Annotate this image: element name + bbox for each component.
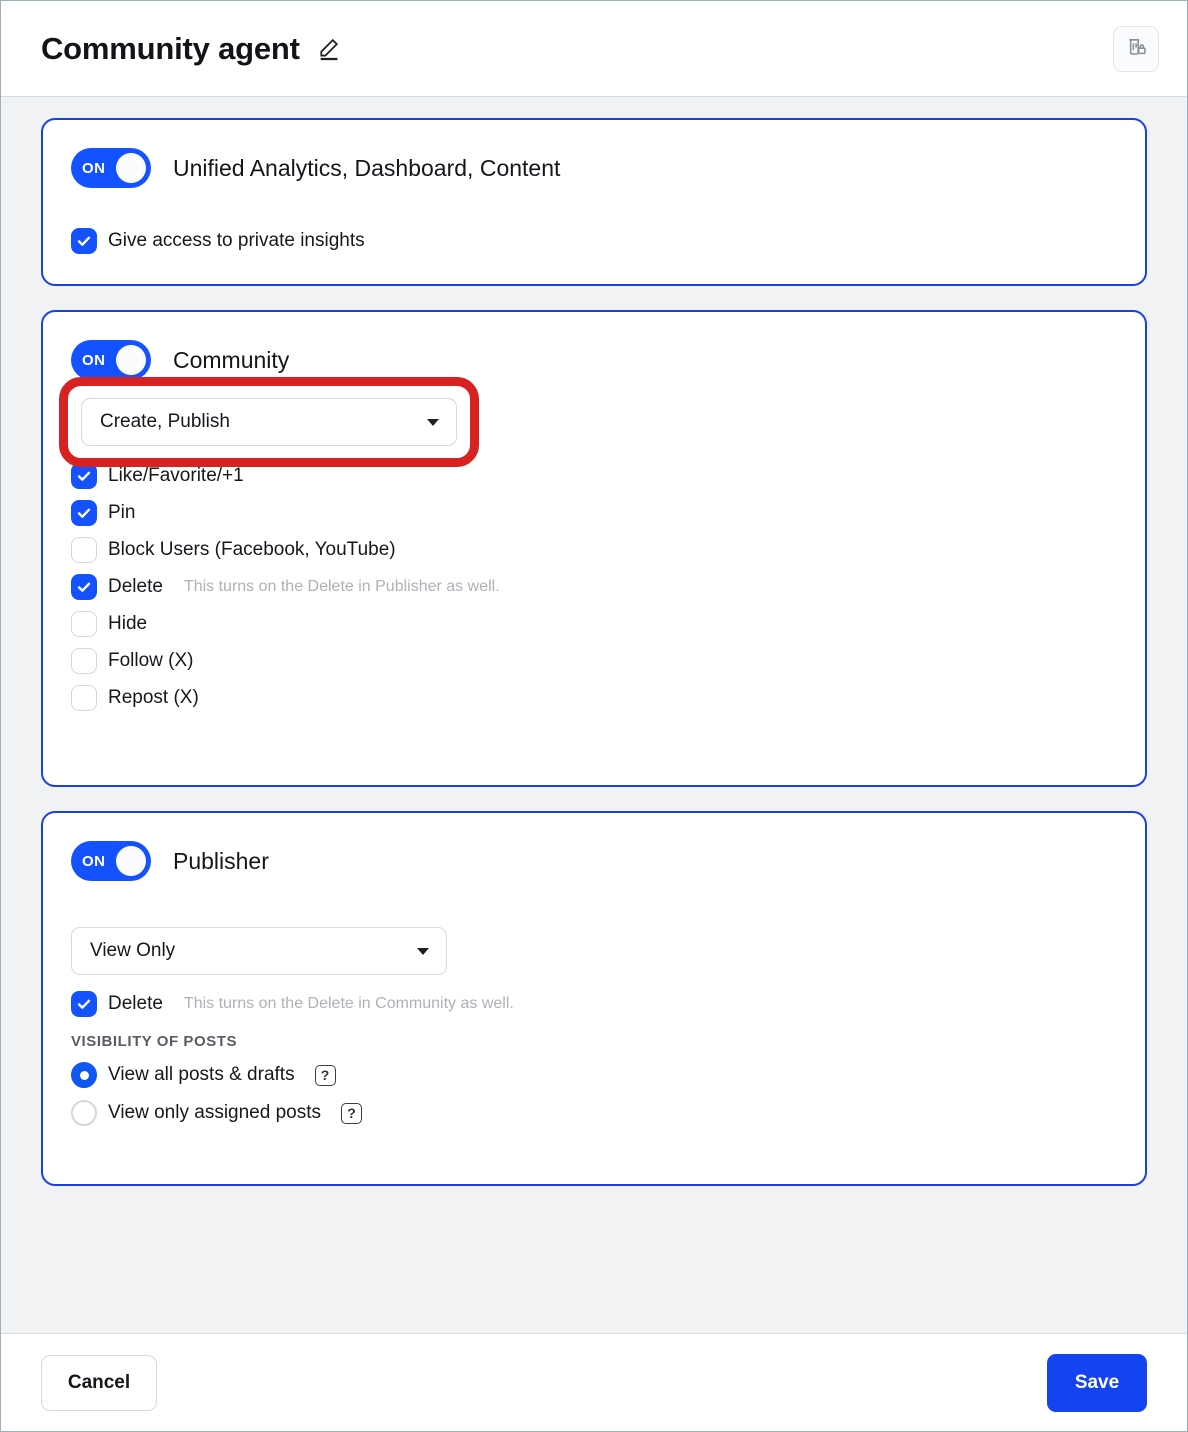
highlight-annotation-community-dropdown: Create, Publish bbox=[59, 377, 479, 467]
checkbox-label: Give access to private insights bbox=[108, 230, 365, 251]
toggle-publisher[interactable]: ON bbox=[71, 841, 151, 881]
checkbox-row-delete-community[interactable]: Delete This turns on the Delete in Publi… bbox=[71, 570, 1117, 604]
checkbox-label: Repost (X) bbox=[108, 687, 199, 708]
toggle-knob bbox=[116, 153, 146, 183]
chevron-down-icon bbox=[417, 947, 429, 955]
checkbox-label: Hide bbox=[108, 613, 148, 634]
pencil-icon[interactable] bbox=[316, 36, 342, 62]
checkbox-row-delete-publisher[interactable]: Delete This turns on the Delete in Commu… bbox=[71, 987, 1117, 1021]
dialog-footer: Cancel Save bbox=[1, 1333, 1187, 1431]
dropdown-publisher-permission[interactable]: View Only bbox=[71, 927, 447, 975]
section-toggle-row-community: ON Community bbox=[71, 340, 1117, 380]
dropdown-community-permission[interactable]: Create, Publish bbox=[81, 398, 457, 446]
checkbox-label: Block Users (Facebook, YouTube) bbox=[108, 539, 396, 560]
page-title: Community agent bbox=[41, 30, 300, 66]
checkbox-hint: This turns on the Delete in Publisher as… bbox=[183, 578, 500, 595]
radio-label: View only assigned posts bbox=[108, 1102, 321, 1123]
toggle-state-label: ON bbox=[82, 852, 106, 870]
toggle-community[interactable]: ON bbox=[71, 340, 151, 380]
checkbox-pin[interactable] bbox=[71, 500, 97, 526]
radio-row-view-all[interactable]: View all posts & drafts ? bbox=[71, 1056, 1117, 1094]
checkbox-delete-publisher[interactable] bbox=[71, 991, 97, 1017]
dialog-header: Community agent bbox=[1, 1, 1187, 97]
checkbox-row-follow[interactable]: Follow (X) bbox=[71, 644, 1117, 678]
checkbox-row-pin[interactable]: Pin bbox=[71, 496, 1117, 530]
cancel-button[interactable]: Cancel bbox=[41, 1354, 157, 1411]
radio-label: View all posts & drafts bbox=[108, 1064, 295, 1085]
checkbox-label: Like/Favorite/+1 bbox=[108, 465, 244, 486]
dropdown-value: Create, Publish bbox=[100, 411, 230, 432]
checkbox-row-private-insights[interactable]: Give access to private insights bbox=[71, 224, 1117, 258]
help-icon-view-assigned[interactable]: ? bbox=[341, 1102, 362, 1124]
chevron-down-icon bbox=[427, 418, 439, 426]
help-icon-view-all[interactable]: ? bbox=[314, 1064, 336, 1086]
checkbox-row-block-users[interactable]: Block Users (Facebook, YouTube) bbox=[71, 533, 1117, 567]
section-title-analytics: Unified Analytics, Dashboard, Content bbox=[173, 154, 561, 181]
checkbox-hint: This turns on the Delete in Community as… bbox=[183, 995, 514, 1012]
checkbox-label: Delete bbox=[108, 993, 163, 1014]
radio-view-all-posts[interactable] bbox=[71, 1062, 97, 1088]
section-toggle-row-analytics: ON Unified Analytics, Dashboard, Content bbox=[71, 148, 1117, 188]
toggle-state-label: ON bbox=[82, 159, 106, 177]
checkbox-repost[interactable] bbox=[71, 685, 97, 711]
checkbox-label: Delete bbox=[108, 576, 163, 597]
save-button[interactable]: Save bbox=[1047, 1353, 1147, 1412]
checkbox-label: Follow (X) bbox=[108, 650, 194, 671]
card-bottom-spacer bbox=[71, 715, 1117, 759]
checkbox-row-repost[interactable]: Repost (X) bbox=[71, 681, 1117, 715]
checkbox-block-users[interactable] bbox=[71, 537, 97, 563]
section-title-community: Community bbox=[173, 346, 290, 373]
group-label-visibility: VISIBILITY OF POSTS bbox=[71, 1033, 238, 1050]
checkbox-row-hide[interactable]: Hide bbox=[71, 607, 1117, 641]
checkbox-delete-community[interactable] bbox=[71, 574, 97, 600]
checkbox-like[interactable] bbox=[71, 463, 97, 489]
section-card-analytics: ON Unified Analytics, Dashboard, Content… bbox=[41, 118, 1147, 286]
agent-permissions-dialog: Community agent ON Unified Analytics, Da… bbox=[0, 0, 1188, 1432]
checkbox-label: Pin bbox=[108, 502, 136, 523]
toggle-knob bbox=[116, 846, 146, 876]
checkbox-row-like[interactable]: Like/Favorite/+1 bbox=[71, 459, 1117, 493]
section-title-publisher: Publisher bbox=[173, 847, 269, 874]
section-toggle-row-publisher: ON Publisher bbox=[71, 841, 1117, 881]
trash-lock-icon bbox=[1124, 34, 1149, 64]
checkbox-private-insights[interactable] bbox=[71, 228, 97, 254]
toggle-knob bbox=[116, 345, 146, 375]
toggle-state-label: ON bbox=[82, 351, 106, 369]
dropdown-value: View Only bbox=[90, 940, 176, 961]
radio-row-view-assigned[interactable]: View only assigned posts ? bbox=[71, 1094, 1117, 1132]
section-card-community: ON Community Create, Publish Like/Favori… bbox=[41, 310, 1147, 787]
radio-view-assigned-posts[interactable] bbox=[71, 1100, 97, 1126]
card-bottom-spacer bbox=[71, 1132, 1117, 1158]
checkbox-follow[interactable] bbox=[71, 648, 97, 674]
dialog-body: ON Unified Analytics, Dashboard, Content… bbox=[1, 98, 1187, 1333]
delete-agent-button[interactable] bbox=[1113, 25, 1159, 72]
checkbox-hide[interactable] bbox=[71, 611, 97, 637]
section-card-publisher: ON Publisher View Only Delete This turns… bbox=[41, 811, 1147, 1186]
toggle-analytics[interactable]: ON bbox=[71, 148, 151, 188]
checkbox-list-community: Like/Favorite/+1 Pin Block Users (Facebo… bbox=[71, 459, 1117, 715]
radio-dot bbox=[79, 1070, 89, 1080]
